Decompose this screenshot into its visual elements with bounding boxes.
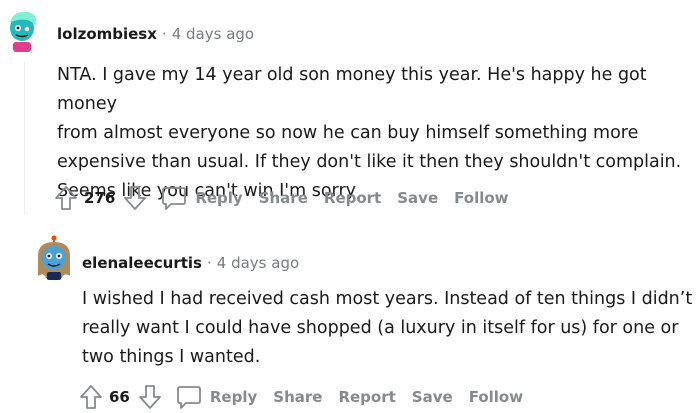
meta-separator: · xyxy=(207,254,212,272)
comment-line: from almost everyone so now he can buy h… xyxy=(57,123,639,143)
follow-button[interactable]: Follow xyxy=(469,388,523,406)
upvote-icon[interactable] xyxy=(79,384,103,410)
comment-thread-line xyxy=(24,62,25,215)
share-button[interactable]: Share xyxy=(273,388,322,406)
timestamp[interactable]: 4 days ago xyxy=(217,254,299,272)
comment-line: really want I could have shopped (a luxu… xyxy=(82,318,679,338)
reply-button[interactable]: Reply xyxy=(210,388,257,406)
comment-meta: lolzombiesx · 4 days ago xyxy=(57,25,254,43)
report-button[interactable]: Report xyxy=(324,189,381,207)
comment-meta: elenaleecurtis · 4 days ago xyxy=(82,254,299,272)
follow-button[interactable]: Follow xyxy=(454,189,508,207)
comment-actions: 276 Reply Share Report Save Follow xyxy=(54,183,509,213)
meta-separator: · xyxy=(161,25,167,43)
vote-score: 276 xyxy=(84,189,116,207)
timestamp[interactable]: 4 days ago xyxy=(172,25,254,43)
comment-line: expensive than usual. If they don't like… xyxy=(57,152,682,172)
comment-actions: 66 Reply Share Report Save Follow xyxy=(79,382,523,412)
save-button[interactable]: Save xyxy=(397,189,438,207)
avatar[interactable] xyxy=(34,234,74,282)
comment-line: NTA. I gave my 14 year old son money thi… xyxy=(57,65,647,114)
comment-line: two things I wanted. xyxy=(82,347,261,367)
username[interactable]: elenaleecurtis xyxy=(82,254,202,272)
comment-bubble-icon[interactable] xyxy=(176,384,202,410)
username[interactable]: lolzombiesx xyxy=(57,25,157,43)
downvote-icon[interactable] xyxy=(138,384,162,410)
share-button[interactable]: Share xyxy=(259,189,308,207)
comment-bubble-icon[interactable] xyxy=(161,185,187,211)
comment-body: I wished I had received cash most years.… xyxy=(82,285,692,372)
reply-button[interactable]: Reply xyxy=(195,189,242,207)
report-button[interactable]: Report xyxy=(338,388,395,406)
downvote-icon[interactable] xyxy=(123,185,147,211)
save-button[interactable]: Save xyxy=(412,388,453,406)
avatar[interactable] xyxy=(4,8,40,52)
comment-line: I wished I had received cash most years.… xyxy=(82,289,693,309)
upvote-icon[interactable] xyxy=(54,185,78,211)
vote-score: 66 xyxy=(109,388,130,406)
